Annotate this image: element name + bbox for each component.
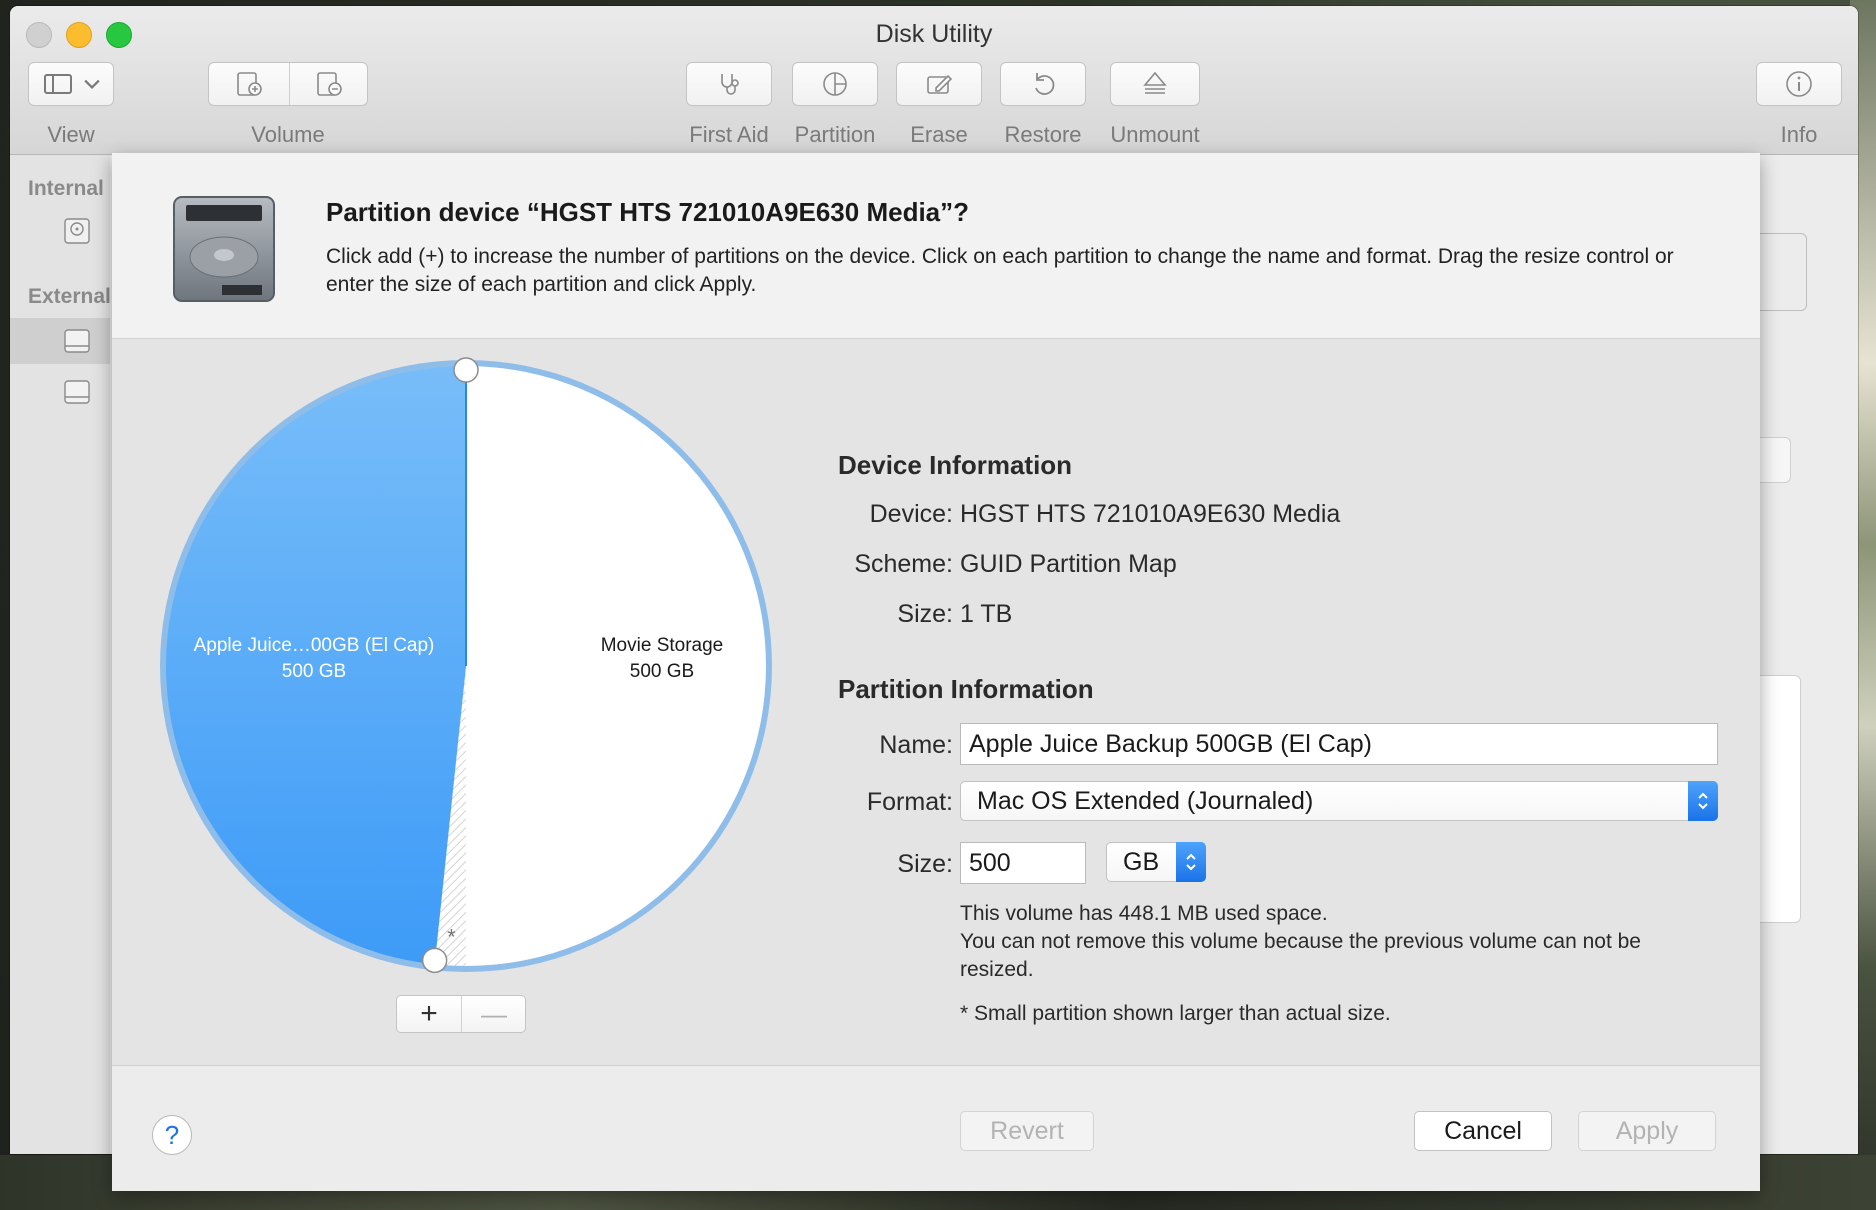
eject-icon — [1143, 71, 1167, 94]
small-partition-note: * Small partition shown larger than actu… — [960, 1002, 1391, 1025]
partition-1-label[interactable]: Apple Juice…00GB (El Cap) 500 GB — [174, 633, 454, 685]
titlebar: Disk Utility View Volume First Aid Parti… — [10, 6, 1858, 155]
info-icon — [1786, 71, 1812, 97]
unmount-button[interactable] — [1110, 62, 1200, 106]
device-key: Device: — [869, 500, 953, 528]
name-key: Name: — [879, 731, 953, 759]
sheet-title: Partition device “HGST HTS 721010A9E630 … — [326, 197, 970, 227]
restore-icon — [1035, 73, 1055, 95]
partition-size-key: Size: — [897, 850, 953, 878]
add-remove-partition-control: + — — [396, 995, 526, 1033]
unmount-label: Unmount — [1110, 122, 1200, 147]
partition-1-size: 500 GB — [281, 661, 347, 682]
partition-icon — [823, 72, 847, 96]
small-partition-marker: * — [447, 925, 456, 950]
format-popup-value: Mac OS Extended (Journaled) — [977, 786, 1314, 815]
sidebar-item-external-disk-2[interactable] — [10, 369, 110, 415]
restore-label: Restore — [1004, 122, 1082, 147]
remove-volume-icon — [317, 72, 342, 96]
partition-size-input[interactable]: 500 — [960, 842, 1086, 884]
cancel-button[interactable]: Cancel — [1414, 1111, 1552, 1151]
updown-arrows-icon — [1688, 781, 1718, 821]
partition-2-size: 500 GB — [629, 661, 695, 682]
help-button[interactable]: ? — [152, 1115, 192, 1155]
sidebar-item-external-disk-1[interactable] — [10, 318, 110, 364]
apply-button[interactable]: Apply — [1578, 1111, 1716, 1151]
sheet-description: Click add (+) to increase the number of … — [326, 245, 1674, 296]
partition-info-heading: Partition Information — [838, 674, 1094, 704]
updown-arrows-icon — [1176, 842, 1206, 882]
partition-button[interactable] — [792, 62, 878, 106]
resize-handle-bottom — [421, 947, 448, 974]
remove-volume-button[interactable] — [290, 63, 368, 105]
device-value: HGST HTS 721010A9E630 Media — [960, 500, 1341, 528]
partition-label: Partition — [794, 122, 876, 147]
info-button[interactable] — [1756, 62, 1842, 106]
sidebar-heading-internal: Internal — [28, 177, 104, 200]
size-unit-popup[interactable]: GB — [1106, 842, 1206, 882]
partition-2-name: Movie Storage — [600, 635, 724, 656]
add-partition-button[interactable]: + — [397, 996, 461, 1032]
partition-name-input[interactable]: Apple Juice Backup 500GB (El Cap) — [960, 723, 1718, 765]
sidebar-heading-external: External — [28, 285, 111, 308]
view-button[interactable] — [28, 62, 114, 106]
partition-2-label[interactable]: Movie Storage 500 GB — [552, 633, 772, 685]
sidebar: Internal External — [10, 155, 111, 1154]
partition-1-name: Apple Juice…00GB (El Cap) — [193, 635, 435, 656]
internal-disk-icon — [64, 218, 90, 244]
background-button — [1760, 437, 1791, 483]
erase-icon — [927, 74, 953, 94]
hard-drive-icon — [173, 196, 275, 302]
size-unit-value: GB — [1123, 847, 1160, 876]
scheme-value: GUID Partition Map — [960, 550, 1177, 578]
revert-button[interactable]: Revert — [960, 1111, 1094, 1151]
scheme-key: Scheme: — [854, 550, 953, 578]
usage-bar-background — [1760, 233, 1807, 311]
volume-label: Volume — [251, 122, 325, 147]
restore-button[interactable] — [1000, 62, 1086, 106]
resize-handle-top — [453, 357, 479, 383]
device-size-key: Size: — [897, 600, 953, 628]
view-label: View — [47, 122, 95, 147]
erase-label: Erase — [910, 122, 968, 147]
remove-note: You can not remove this volume because t… — [960, 930, 1641, 981]
chevron-down-icon — [84, 79, 100, 90]
stethoscope-icon — [721, 74, 739, 95]
main-content-background — [1760, 155, 1858, 1154]
sidebar-icon — [44, 74, 72, 94]
sidebar-item-internal-disk[interactable] — [10, 208, 110, 254]
format-key: Format: — [866, 788, 953, 816]
erase-button[interactable] — [896, 62, 982, 106]
volume-segmented-control — [208, 62, 368, 106]
partition-sheet: Partition device “HGST HTS 721010A9E630 … — [112, 153, 1760, 1191]
first-aid-button[interactable] — [686, 62, 772, 106]
details-table-background — [1760, 675, 1801, 923]
info-label: Info — [1780, 122, 1818, 147]
device-size-value: 1 TB — [960, 600, 1013, 628]
window-title: Disk Utility — [875, 20, 993, 48]
add-volume-button[interactable] — [209, 63, 289, 105]
device-info-heading: Device Information — [838, 450, 1073, 480]
remove-partition-button[interactable]: — — [462, 996, 526, 1032]
external-volume-icon — [64, 380, 90, 404]
add-volume-icon — [237, 72, 262, 96]
used-space-note: This volume has 448.1 MB used space. — [960, 902, 1328, 925]
format-popup[interactable]: Mac OS Extended (Journaled) — [960, 781, 1718, 821]
sheet-header: Partition device “HGST HTS 721010A9E630 … — [112, 153, 1760, 339]
first-aid-label: First Aid — [689, 122, 769, 147]
external-disk-icon — [64, 329, 90, 353]
